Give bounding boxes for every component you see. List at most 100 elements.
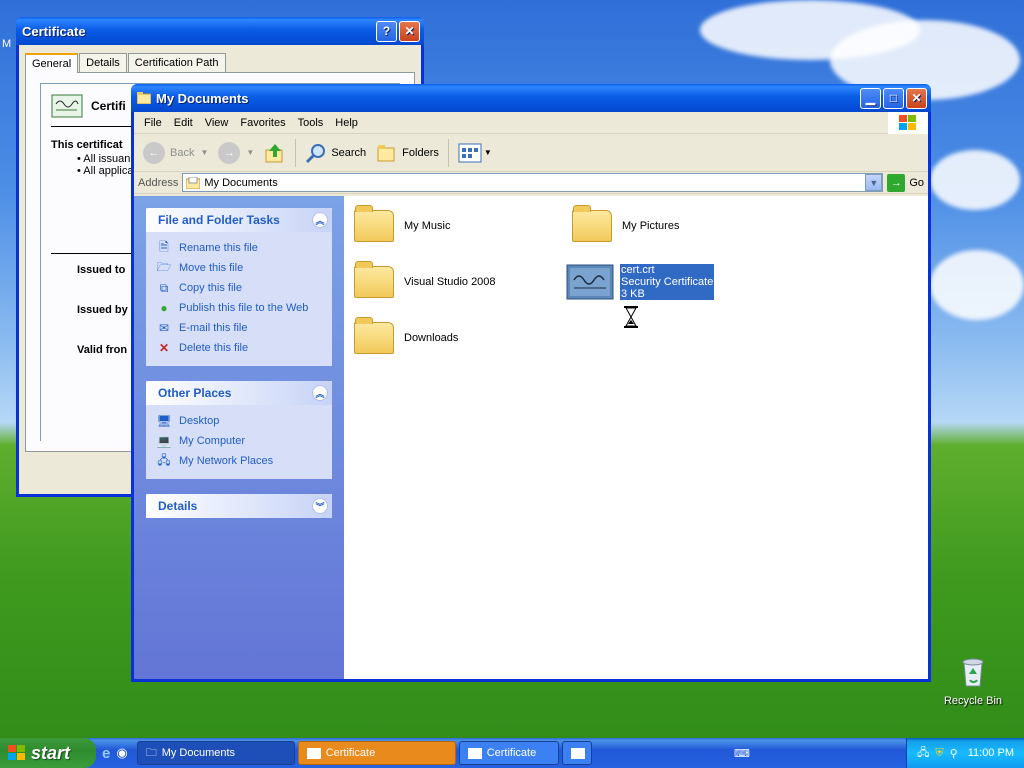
recycle-bin-icon — [962, 658, 984, 687]
menu-bar: File Edit View Favorites Tools Help — [134, 112, 928, 134]
tab-general[interactable]: General — [25, 53, 79, 73]
tab-details[interactable]: Details — [79, 53, 127, 72]
back-arrow-icon: ← — [143, 141, 165, 164]
cloud — [930, 150, 1020, 210]
folder-item-visual-studio-2008[interactable]: Visual Studio 2008 — [350, 258, 550, 306]
chevron-down-icon: ▼ — [483, 148, 492, 157]
pictures-folder-icon — [572, 205, 612, 242]
folder-icon: 🗀 — [145, 746, 157, 759]
address-value: My Documents — [204, 176, 278, 189]
delete-file-link[interactable]: ✕ Delete this file — [156, 338, 322, 358]
clock[interactable]: 11:00 PM — [968, 747, 1014, 759]
certificate-tabs: General Details Certification Path — [19, 45, 421, 73]
address-dropdown-chevron-icon[interactable]: ▼ — [865, 174, 883, 191]
desktop-link[interactable]: 🖥 Desktop — [156, 411, 322, 431]
details-panel: Details ︾ — [146, 494, 332, 518]
views-button[interactable]: ▼ — [453, 140, 497, 166]
menu-favorites[interactable]: Favorites — [234, 115, 291, 131]
folders-button[interactable]: Folders — [371, 139, 444, 167]
delete-x-icon: ✕ — [158, 341, 170, 355]
recycle-bin-desktop-icon[interactable]: Recycle Bin — [938, 656, 1008, 707]
search-button[interactable]: Search — [300, 139, 371, 167]
maximize-button[interactable]: □ — [883, 87, 904, 109]
go-button[interactable]: → Go — [887, 173, 924, 192]
file-type: Security Certificate — [621, 276, 714, 288]
folder-up-icon — [265, 143, 283, 162]
folder-icon — [354, 317, 394, 354]
folder-item-downloads[interactable]: Downloads — [350, 314, 550, 362]
forward-arrow-icon: → — [218, 141, 241, 164]
my-computer-link[interactable]: 💻 My Computer — [156, 431, 322, 451]
keyboard-icon[interactable]: ⌨ — [734, 747, 750, 760]
address-input[interactable]: My Documents ▼ — [182, 173, 884, 192]
folder-icon — [137, 92, 151, 104]
toolbar-separator — [447, 138, 449, 167]
menu-help[interactable]: Help — [329, 115, 364, 131]
move-icon: 🗁 — [156, 259, 172, 274]
publish-file-link[interactable]: ● Publish this file to the Web — [156, 298, 322, 318]
move-file-link[interactable]: 🗁 Move this file — [156, 258, 322, 278]
expand-chevron-icon[interactable]: ︾ — [312, 498, 328, 514]
file-folder-tasks-header[interactable]: File and Folder Tasks ︽ — [146, 208, 332, 232]
taskbar: start e ◉ 🗀 My Documents Certificate Cer… — [0, 738, 1024, 768]
taskbar-button-untitled[interactable] — [561, 741, 592, 765]
menu-tools[interactable]: Tools — [292, 115, 330, 131]
close-button[interactable]: ✕ — [399, 20, 420, 42]
certificate-icon — [51, 94, 83, 118]
windows-logo-icon — [888, 112, 928, 134]
taskbar-button-my-documents[interactable]: 🗀 My Documents — [136, 741, 295, 765]
folder-item-my-pictures[interactable]: My Pictures — [568, 202, 768, 250]
forward-button[interactable]: → ▼ — [213, 139, 259, 167]
details-header[interactable]: Details ︾ — [146, 494, 332, 518]
explorer-titlebar[interactable]: My Documents ▁ □ ✕ — [131, 84, 931, 112]
music-folder-icon — [354, 205, 394, 242]
email-file-link[interactable]: ✉ E-mail this file — [156, 318, 322, 338]
folder-icon — [354, 261, 394, 298]
tab-certification-path[interactable]: Certification Path — [127, 53, 226, 72]
collapse-chevron-icon[interactable]: ︽ — [312, 212, 328, 228]
search-tray-icon[interactable]: ⚲ — [950, 747, 958, 760]
email-icon: ✉ — [158, 321, 170, 335]
go-arrow-icon: → — [887, 173, 906, 192]
up-button[interactable] — [259, 139, 291, 167]
task-pane: File and Folder Tasks ︽ 🗎 Rename this fil… — [134, 196, 344, 679]
minimize-button[interactable]: ▁ — [860, 87, 881, 109]
taskbar-button-certificate-active[interactable]: Certificate — [297, 741, 456, 765]
windows-logo-icon — [8, 745, 25, 760]
back-button[interactable]: ← Back ▼ — [138, 139, 213, 167]
menu-view[interactable]: View — [199, 115, 235, 131]
file-list-view: My Music My Pictures Visual Studio 2008 … — [344, 196, 928, 679]
window-icon — [306, 747, 321, 759]
cloud — [930, 250, 1024, 320]
copy-icon: ⧉ — [159, 280, 169, 295]
network-tray-icon[interactable]: 🖧 — [917, 744, 929, 763]
chevron-down-icon: ▼ — [200, 148, 209, 157]
my-network-places-link[interactable]: 🖧 My Network Places — [156, 451, 322, 471]
menu-file[interactable]: File — [138, 115, 168, 131]
search-icon — [306, 143, 326, 163]
file-size: 3 KB — [621, 288, 645, 300]
file-item-certificate[interactable]: cert.crt Security Certificate 3 KB — [566, 258, 766, 306]
other-places-header[interactable]: Other Places ︽ — [146, 381, 332, 405]
taskbar-button-certificate[interactable]: Certificate — [458, 741, 559, 765]
computer-icon: 💻 — [156, 434, 172, 448]
close-button[interactable]: ✕ — [906, 87, 927, 109]
desktop-icon-partial-label[interactable]: M — [2, 38, 11, 50]
internet-explorer-icon[interactable]: e — [102, 745, 110, 762]
window-icon — [467, 747, 482, 759]
certificate-heading: Certifi — [91, 99, 126, 113]
copy-file-link[interactable]: ⧉ Copy this file — [156, 278, 322, 298]
chevron-down-icon: ▼ — [246, 148, 255, 157]
help-button[interactable]: ? — [376, 20, 397, 42]
globe-icon: ● — [160, 301, 168, 315]
media-player-icon[interactable]: ◉ — [116, 745, 127, 761]
start-button[interactable]: start — [0, 738, 96, 768]
explorer-window: My Documents ▁ □ ✕ File Edit View Favori… — [131, 84, 931, 682]
security-shield-icon[interactable]: ⛨ — [935, 747, 943, 760]
menu-edit[interactable]: Edit — [168, 115, 199, 131]
folder-item-my-music[interactable]: My Music — [350, 202, 550, 250]
rename-file-link[interactable]: 🗎 Rename this file — [156, 238, 322, 258]
collapse-chevron-icon[interactable]: ︽ — [312, 385, 328, 401]
address-label: Address — [138, 176, 179, 189]
certificate-titlebar[interactable]: Certificate ? ✕ — [16, 17, 424, 45]
